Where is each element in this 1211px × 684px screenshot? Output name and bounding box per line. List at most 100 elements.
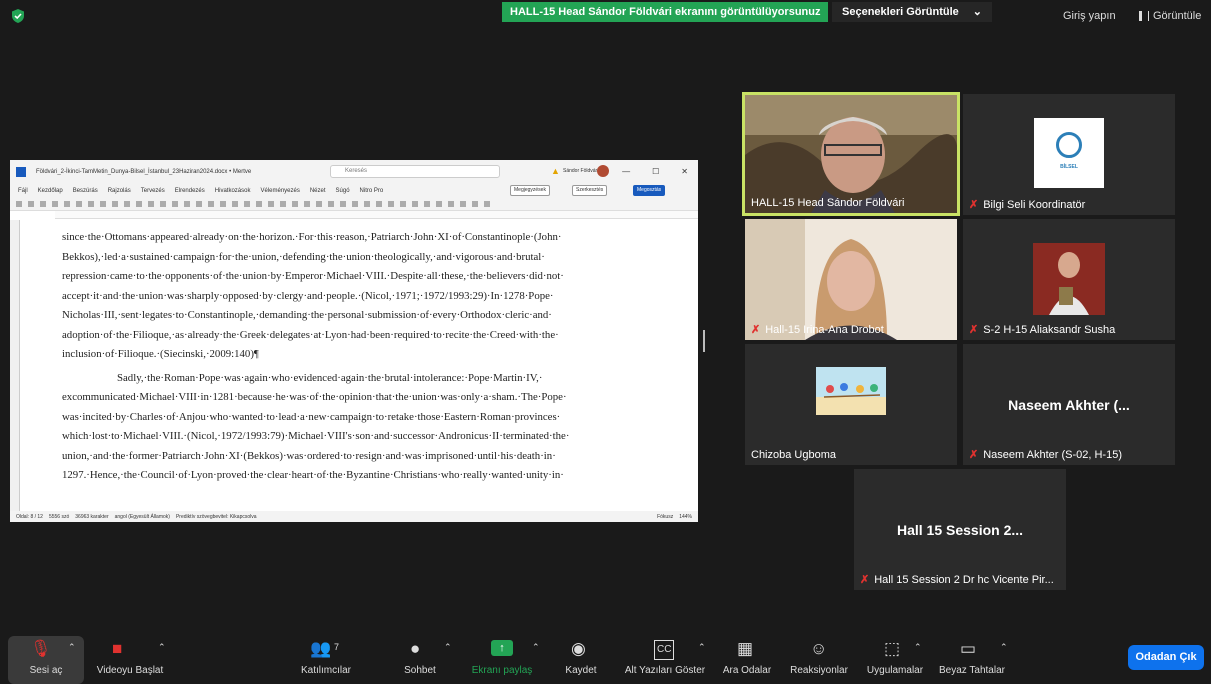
- toolbar-tool-icon[interactable]: [148, 201, 154, 207]
- security-shield-icon[interactable]: [10, 8, 26, 24]
- ribbon-tab[interactable]: Rajzolás: [108, 188, 131, 194]
- toolbar-tool-icon[interactable]: [124, 201, 130, 207]
- participants-label: Katılımcılar: [300, 665, 351, 676]
- toolbar-tool-icon[interactable]: [424, 201, 430, 207]
- video-tile-irina[interactable]: ✗ Hall-15 Irina-Ana Drobot: [745, 219, 957, 340]
- toolbar-tool-icon[interactable]: [160, 201, 166, 207]
- record-button[interactable]: ◉ Kaydet: [558, 636, 604, 684]
- video-tile-hall15-session2[interactable]: Hall 15 Session 2... ✗ Hall 15 Session 2…: [854, 469, 1066, 590]
- minimize-icon[interactable]: —: [622, 167, 630, 176]
- doc-search-box[interactable]: Keresés: [330, 165, 500, 178]
- toolbar-tool-icon[interactable]: [172, 201, 178, 207]
- video-tile-bilgi[interactable]: BİLSEL ✗ Bilgi Seli Koordinatör: [963, 94, 1175, 215]
- video-tile-aliaksandr[interactable]: ✗ S-2 H-15 Aliaksandr Susha: [963, 219, 1175, 340]
- toolbar-tool-icon[interactable]: [76, 201, 82, 207]
- toolbar-tool-icon[interactable]: [484, 201, 490, 207]
- toolbar-tool-icon[interactable]: [376, 201, 382, 207]
- status-language[interactable]: angol (Egyesült Államok): [115, 514, 170, 520]
- share-button[interactable]: Megosztás: [633, 185, 666, 196]
- ribbon-tab[interactable]: Elrendezés: [175, 188, 205, 194]
- toolbar-tool-icon[interactable]: [208, 201, 214, 207]
- toolbar-tool-icon[interactable]: [88, 201, 94, 207]
- toolbar-tool-icon[interactable]: [448, 201, 454, 207]
- video-tile-chizoba[interactable]: Chizoba Ugboma: [745, 344, 957, 465]
- chat-button[interactable]: ● Sohbet: [396, 636, 444, 684]
- status-predictive[interactable]: Prediktív szövegbevitel: Kikapcsolva: [176, 514, 257, 520]
- chevron-up-icon[interactable]: ⌃: [1000, 642, 1008, 653]
- ribbon-tab[interactable]: Fájl: [18, 188, 28, 194]
- toolbar-tool-icon[interactable]: [292, 201, 298, 207]
- toolbar-tool-icon[interactable]: [232, 201, 238, 207]
- toolbar-tool-icon[interactable]: [388, 201, 394, 207]
- chevron-up-icon[interactable]: ⌃: [698, 642, 706, 653]
- status-chars[interactable]: 36963 karakter: [75, 514, 108, 520]
- toolbar-tool-icon[interactable]: [64, 201, 70, 207]
- ribbon-tab[interactable]: Nitro Pro: [360, 188, 384, 194]
- toolbar-tool-icon[interactable]: [16, 201, 22, 207]
- split-divider-handle[interactable]: [703, 330, 705, 352]
- share-screen-button[interactable]: ↑ Ekranı paylaş: [467, 636, 537, 684]
- chat-chevron-up-icon[interactable]: ⌃: [444, 642, 452, 653]
- toolbar-tool-icon[interactable]: [364, 201, 370, 207]
- toolbar-tool-icon[interactable]: [52, 201, 58, 207]
- toolbar-tool-icon[interactable]: [136, 201, 142, 207]
- captions-button[interactable]: CC ⌃ Alt Yazıları Göster: [620, 636, 710, 684]
- toolbar-tool-icon[interactable]: [280, 201, 286, 207]
- status-focus[interactable]: Fókusz: [657, 514, 673, 520]
- toolbar-tool-icon[interactable]: [112, 201, 118, 207]
- participants-button[interactable]: 👥 7 Katılımcılar: [290, 636, 362, 684]
- close-icon[interactable]: ✕: [681, 167, 688, 176]
- toolbar-tool-icon[interactable]: [40, 201, 46, 207]
- status-page[interactable]: Oldal: 8 / 12: [16, 514, 43, 520]
- leave-meeting-button[interactable]: Odadan Çık: [1128, 645, 1204, 670]
- view-button[interactable]: Görüntüle: [1139, 10, 1201, 22]
- avatar[interactable]: [597, 165, 609, 177]
- toolbar-tool-icon[interactable]: [460, 201, 466, 207]
- toolbar-tool-icon[interactable]: [328, 201, 334, 207]
- toolbar-tool-icon[interactable]: [256, 201, 262, 207]
- start-video-button[interactable]: ■ ⌃ Videoyu Başlat: [90, 636, 170, 684]
- ribbon-tab[interactable]: Nézet: [310, 188, 326, 194]
- whiteboards-button[interactable]: ▭ ⌃ Beyaz Tahtalar: [934, 636, 1010, 684]
- reactions-button[interactable]: ☺ Reaksiyonlar: [786, 636, 852, 684]
- ribbon-tab[interactable]: Tervezés: [141, 188, 165, 194]
- toolbar-tool-icon[interactable]: [400, 201, 406, 207]
- unmute-button[interactable]: 🎙 ⌃ Sesi aç: [8, 636, 84, 684]
- toolbar-tool-icon[interactable]: [316, 201, 322, 207]
- chevron-up-icon[interactable]: ⌃: [68, 642, 76, 653]
- toolbar-tool-icon[interactable]: [304, 201, 310, 207]
- maximize-icon[interactable]: ☐: [652, 167, 659, 176]
- share-chevron-up-icon[interactable]: ⌃: [532, 642, 540, 653]
- chevron-up-icon[interactable]: ⌃: [158, 642, 166, 653]
- toolbar-tool-icon[interactable]: [340, 201, 346, 207]
- view-options-button[interactable]: Seçenekleri Görüntüle ⌄: [832, 2, 992, 22]
- toolbar-tool-icon[interactable]: [436, 201, 442, 207]
- ribbon-tab[interactable]: Kezdőlap: [38, 188, 63, 194]
- comments-button[interactable]: Megjegyzések: [510, 185, 550, 196]
- edit-mode-button[interactable]: Szerkesztés: [572, 185, 608, 196]
- status-zoom[interactable]: 144%: [679, 514, 692, 520]
- ribbon-tab[interactable]: Véleményezés: [260, 188, 299, 194]
- toolbar-tool-icon[interactable]: [196, 201, 202, 207]
- toolbar-tool-icon[interactable]: [412, 201, 418, 207]
- sign-in-link[interactable]: Giriş yapın: [1063, 10, 1116, 22]
- document-page[interactable]: since·the·Ottomans·appeared·already·on·t…: [10, 220, 698, 511]
- shared-screen-document[interactable]: Földvári_2-İkinci-TamMetin_Dunya-Bilsel_…: [10, 160, 698, 522]
- toolbar-tool-icon[interactable]: [352, 201, 358, 207]
- ribbon-tab[interactable]: Hivatkozások: [215, 188, 251, 194]
- toolbar-tool-icon[interactable]: [100, 201, 106, 207]
- toolbar-tool-icon[interactable]: [244, 201, 250, 207]
- toolbar-tool-icon[interactable]: [28, 201, 34, 207]
- toolbar-tool-icon[interactable]: [220, 201, 226, 207]
- toolbar-tool-icon[interactable]: [184, 201, 190, 207]
- apps-button[interactable]: ⬚ ⌃ Uygulamalar: [860, 636, 930, 684]
- breakout-rooms-button[interactable]: ▦ Ara Odalar: [720, 636, 774, 684]
- ribbon-tab[interactable]: Súgó: [336, 188, 350, 194]
- video-tile-sandor[interactable]: HALL-15 Head Sándor Földvári: [742, 92, 960, 216]
- chevron-up-icon[interactable]: ⌃: [914, 642, 922, 653]
- toolbar-tool-icon[interactable]: [268, 201, 274, 207]
- ribbon-tab[interactable]: Beszúrás: [73, 188, 98, 194]
- status-words[interactable]: 5556 szó: [49, 514, 69, 520]
- video-tile-naseem[interactable]: Naseem Akhter (... ✗ Naseem Akhter (S-02…: [963, 344, 1175, 465]
- toolbar-tool-icon[interactable]: [472, 201, 478, 207]
